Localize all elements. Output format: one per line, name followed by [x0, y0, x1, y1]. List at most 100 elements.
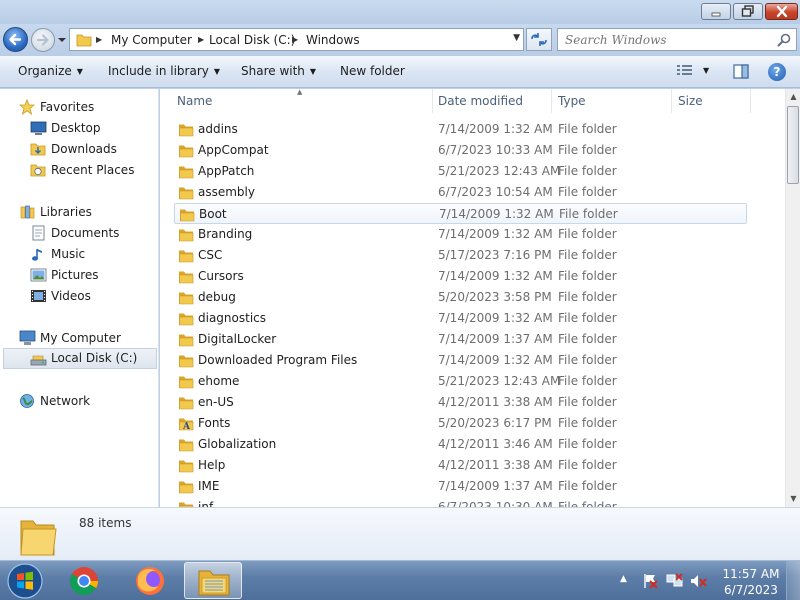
large-folder-icon	[20, 520, 57, 556]
column-header-date-modified[interactable]: Date modified	[438, 94, 523, 108]
address-dropdown-icon[interactable]: ▼	[513, 33, 520, 43]
file-date-modified: 7/14/2009 1:37 AM	[438, 479, 553, 493]
nav-label: Music	[51, 247, 86, 261]
scroll-up-arrow-icon[interactable]: ▲	[786, 89, 800, 105]
preview-pane-button[interactable]	[733, 64, 749, 82]
nav-label: Local Disk (C:)	[51, 351, 138, 365]
folder-icon	[179, 145, 194, 158]
recent-pages-button[interactable]	[57, 34, 67, 44]
scroll-down-arrow-icon[interactable]: ▼	[786, 491, 800, 507]
column-header-type[interactable]: Type	[558, 94, 586, 108]
file-row[interactable]: inf 6/7/2023 10:30 AM File folder	[174, 497, 747, 507]
nav-favorites[interactable]: Favorites	[19, 98, 154, 117]
column-divider[interactable]	[551, 89, 552, 113]
taskbar-firefox[interactable]	[121, 562, 179, 599]
change-view-button[interactable]	[676, 64, 694, 81]
file-row[interactable]: Downloaded Program Files 7/14/2009 1:32 A…	[174, 350, 747, 371]
nav-pictures[interactable]: Pictures	[30, 266, 154, 285]
search-input[interactable]	[558, 29, 768, 50]
file-row[interactable]: AppPatch 5/21/2023 12:43 AM File folder	[174, 161, 747, 182]
start-button[interactable]	[4, 561, 46, 600]
file-row[interactable]: assembly 6/7/2023 10:54 AM File folder	[174, 182, 747, 203]
file-row[interactable]: IME 7/14/2009 1:37 AM File folder	[174, 476, 747, 497]
breadcrumb-my-computer[interactable]: My Computer	[111, 33, 192, 47]
file-row[interactable]: Help 4/12/2011 3:38 AM File folder	[174, 455, 747, 476]
folder-icon	[179, 271, 194, 284]
title-bar	[0, 0, 800, 24]
new-folder-button[interactable]: New folder	[340, 64, 405, 78]
clock[interactable]: 11:57 AM 6/7/2023	[722, 566, 780, 598]
scroll-thumb[interactable]	[787, 106, 799, 184]
file-row[interactable]: diagnostics 7/14/2009 1:32 AM File folder	[174, 308, 747, 329]
nav-downloads[interactable]: Downloads	[30, 140, 154, 159]
volume-muted-icon[interactable]	[690, 573, 708, 589]
file-row[interactable]: Cursors 7/14/2009 1:32 AM File folder	[174, 266, 747, 287]
file-row[interactable]: Boot 7/14/2009 1:32 AM File folder	[174, 203, 747, 224]
nav-documents[interactable]: Documents	[30, 224, 154, 243]
file-row[interactable]: AppCompat 6/7/2023 10:33 AM File folder	[174, 140, 747, 161]
help-button[interactable]: ?	[768, 63, 786, 81]
file-row[interactable]: Globalization 4/12/2011 3:46 AM File folde…	[174, 434, 747, 455]
include-in-library-label: Include in library	[108, 64, 209, 78]
folder-icon	[179, 313, 194, 326]
share-with-button[interactable]: Share with ▼	[241, 64, 316, 78]
search-icon[interactable]	[777, 33, 791, 47]
address-bar[interactable]: ▶ My Computer ▶ Local Disk (C:) ▶ Window…	[69, 28, 524, 51]
include-in-library-button[interactable]: Include in library ▼	[108, 64, 220, 78]
column-divider[interactable]	[671, 89, 672, 113]
view-dropdown-icon[interactable]: ▼	[703, 66, 709, 75]
forward-button[interactable]	[31, 28, 55, 52]
file-name: en-US	[198, 395, 234, 409]
file-type: File folder	[558, 269, 617, 283]
preview-pane-icon	[733, 64, 749, 79]
nav-local-disk[interactable]: Local Disk (C:)	[3, 348, 157, 369]
nav-videos[interactable]: Videos	[30, 287, 154, 306]
folder-icon	[180, 209, 195, 222]
file-row[interactable]: debug 5/20/2023 3:58 PM File folder	[174, 287, 747, 308]
nav-recent-places[interactable]: Recent Places	[30, 161, 154, 180]
file-date-modified: 4/12/2011 3:46 AM	[438, 437, 553, 451]
show-desktop-button[interactable]	[786, 561, 800, 600]
breadcrumb-windows[interactable]: Windows	[306, 33, 360, 47]
nav-desktop[interactable]: Desktop	[30, 119, 154, 138]
file-row[interactable]: DigitalLocker 7/14/2009 1:37 AM File folde…	[174, 329, 747, 350]
column-header-name[interactable]: Name	[177, 94, 212, 108]
nav-my-computer[interactable]: My Computer	[19, 329, 154, 348]
nav-label: Downloads	[51, 142, 117, 156]
file-date-modified: 7/14/2009 1:32 AM	[438, 227, 553, 241]
search-box[interactable]	[557, 28, 797, 51]
taskbar-windows-explorer[interactable]	[184, 562, 242, 599]
nav-music[interactable]: Music	[30, 245, 154, 264]
file-row[interactable]: CSC 5/17/2023 7:16 PM File folder	[174, 245, 747, 266]
nav-libraries[interactable]: Libraries	[19, 203, 154, 222]
back-button[interactable]	[3, 27, 28, 52]
file-row[interactable]: Branding 7/14/2009 1:32 AM File folder	[174, 224, 747, 245]
maximize-button[interactable]	[733, 3, 763, 20]
action-center-flag-icon[interactable]	[642, 573, 658, 589]
show-hidden-icons-icon[interactable]: ▲	[620, 574, 627, 584]
file-list: ▲ Name Date modified Type Size addins 7/1…	[160, 89, 800, 507]
folder-icon	[179, 397, 194, 410]
file-row[interactable]: A Fonts 5/20/2023 6:17 PM File folder	[174, 413, 747, 434]
organize-button[interactable]: Organize ▼	[18, 64, 83, 78]
file-row[interactable]: en-US 4/12/2011 3:38 AM File folder	[174, 392, 747, 413]
file-date-modified: 5/20/2023 6:17 PM	[438, 416, 552, 430]
close-button[interactable]	[765, 3, 798, 20]
column-headers: ▲ Name Date modified Type Size	[160, 89, 785, 113]
breadcrumb-separator-icon[interactable]: ▶	[96, 35, 102, 44]
vertical-scrollbar[interactable]: ▲ ▼	[785, 89, 800, 507]
breadcrumb-separator-icon[interactable]: ▶	[198, 35, 204, 44]
file-row[interactable]: ehome 5/21/2023 12:43 AM File folder	[174, 371, 747, 392]
file-row[interactable]: addins 7/14/2009 1:32 AM File folder	[174, 119, 747, 140]
breadcrumb-separator-icon[interactable]: ▶	[292, 35, 298, 44]
column-divider[interactable]	[432, 89, 433, 113]
minimize-button[interactable]	[701, 3, 731, 20]
column-header-size[interactable]: Size	[678, 94, 703, 108]
nav-network[interactable]: Network	[19, 392, 154, 411]
network-status-icon[interactable]	[666, 573, 684, 589]
nav-label: Desktop	[51, 121, 101, 135]
column-divider[interactable]	[750, 89, 751, 113]
breadcrumb-local-disk[interactable]: Local Disk (C:)	[209, 33, 295, 47]
refresh-button[interactable]	[526, 28, 552, 51]
taskbar-chrome[interactable]	[55, 562, 113, 599]
